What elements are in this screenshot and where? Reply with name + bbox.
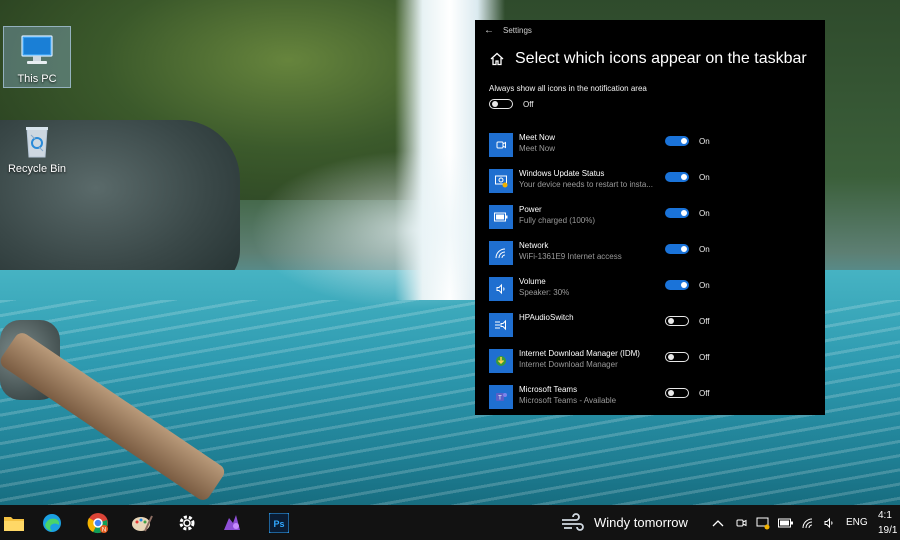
windows-update-toggle[interactable] xyxy=(665,172,689,182)
speaker-tray-icon[interactable] xyxy=(823,505,837,540)
idm-toggle[interactable] xyxy=(665,352,689,362)
show-hidden-icons-chevron[interactable] xyxy=(712,505,724,540)
power-toggle[interactable] xyxy=(665,208,689,218)
battery-icon xyxy=(489,205,513,229)
notification-item-idm: Internet Download Manager (IDM) Internet… xyxy=(489,347,819,377)
item-name: Microsoft Teams xyxy=(519,385,578,394)
toggle-state-label: On xyxy=(699,208,710,218)
file-explorer-icon[interactable] xyxy=(0,509,28,536)
item-subtitle: WiFi-1361E9 Internet access xyxy=(519,252,622,261)
toggle-state-label: On xyxy=(699,244,710,254)
recycle-bin-icon xyxy=(17,121,57,161)
taskbar: N Ps Windy tomorrow ENG 4:1 19/1 xyxy=(0,505,900,540)
toggle-state-label: Off xyxy=(523,99,534,109)
notification-item-power: Power Fully charged (100%) On xyxy=(489,203,819,233)
desktop-icon-recycle-bin[interactable]: Recycle Bin xyxy=(4,117,70,179)
settings-window: ← Settings Select which icons appear on … xyxy=(475,20,825,415)
svg-text:T: T xyxy=(498,396,502,402)
item-subtitle: Your device needs to restart to insta... xyxy=(519,180,654,189)
computer-icon xyxy=(17,31,57,71)
wifi-tray-icon[interactable] xyxy=(801,505,815,540)
wifi-icon xyxy=(489,241,513,265)
photoshop-icon[interactable]: Ps xyxy=(265,509,293,536)
meet-now-icon xyxy=(489,133,513,157)
chrome-icon[interactable]: N xyxy=(84,509,112,536)
language-indicator[interactable]: ENG xyxy=(846,505,868,540)
notification-item-meet-now: Meet Now Meet Now On xyxy=(489,131,819,161)
clock[interactable]: 4:1 19/1 xyxy=(878,508,897,538)
audio-switch-icon xyxy=(489,313,513,337)
item-name: Meet Now xyxy=(519,133,556,142)
meet-now-toggle[interactable] xyxy=(665,136,689,146)
toggle-state-label: Off xyxy=(699,316,710,326)
notification-item-hpaudioswitch: HPAudioSwitch Off xyxy=(489,311,819,341)
paint-icon[interactable] xyxy=(128,509,156,536)
battery-tray-icon[interactable] xyxy=(778,505,794,540)
desktop-icon-label: Recycle Bin xyxy=(7,163,67,175)
always-show-row: Off xyxy=(489,99,825,109)
chrome-badge: N xyxy=(102,527,106,533)
weather-text: Windy tomorrow xyxy=(594,515,688,530)
weather-widget[interactable]: Windy tomorrow xyxy=(560,505,688,540)
always-show-label: Always show all icons in the notificatio… xyxy=(489,84,647,93)
notification-item-network: Network WiFi-1361E9 Internet access On xyxy=(489,239,819,269)
photoshop-label: Ps xyxy=(273,519,284,529)
teams-toggle[interactable] xyxy=(665,388,689,398)
item-name: Network xyxy=(519,241,549,250)
notification-item-teams: T Microsoft Teams Microsoft Teams - Avai… xyxy=(489,383,819,413)
app-icon[interactable] xyxy=(218,509,246,536)
teams-icon: T xyxy=(489,385,513,409)
item-name: Internet Download Manager (IDM) xyxy=(519,349,640,358)
item-name: Volume xyxy=(519,277,546,286)
clock-time: 4:1 xyxy=(878,510,892,521)
toggle-state-label: On xyxy=(699,280,710,290)
item-subtitle: Fully charged (100%) xyxy=(519,216,596,225)
notification-item-volume: Volume Speaker: 30% On xyxy=(489,275,819,305)
item-subtitle: Internet Download Manager xyxy=(519,360,618,369)
toggle-state-label: On xyxy=(699,172,710,182)
item-subtitle: Microsoft Teams - Available xyxy=(519,396,617,405)
window-title: Settings xyxy=(503,25,532,35)
network-toggle[interactable] xyxy=(665,244,689,254)
speaker-icon xyxy=(489,277,513,301)
wind-icon xyxy=(562,512,584,531)
clock-date: 19/1 xyxy=(878,525,898,536)
back-arrow-icon[interactable]: ← xyxy=(475,25,503,36)
toggle-state-label: Off xyxy=(699,352,710,362)
item-name: Power xyxy=(519,205,542,214)
toggle-state-label: On xyxy=(699,136,710,146)
always-show-toggle[interactable] xyxy=(489,99,513,109)
idm-icon xyxy=(489,349,513,373)
item-name: Windows Update Status xyxy=(519,169,605,178)
notification-item-windows-update: Windows Update Status Your device needs … xyxy=(489,167,819,197)
meet-now-tray-icon[interactable] xyxy=(736,505,748,540)
toggle-state-label: Off xyxy=(699,388,710,398)
settings-gear-icon[interactable] xyxy=(173,509,201,536)
desktop-icon-label: This PC xyxy=(17,73,57,85)
windows-update-icon xyxy=(489,169,513,193)
edge-icon[interactable] xyxy=(38,509,66,536)
windows-update-tray-icon[interactable] xyxy=(756,505,770,540)
item-subtitle: Speaker: 30% xyxy=(519,288,570,297)
home-icon[interactable] xyxy=(489,51,505,67)
page-title: Select which icons appear on the taskbar xyxy=(515,50,807,67)
desktop-icon-this-pc[interactable]: This PC xyxy=(3,26,71,88)
settings-titlebar: ← Settings xyxy=(475,20,825,40)
page-heading: Select which icons appear on the taskbar xyxy=(489,50,825,68)
item-subtitle: Meet Now xyxy=(519,144,556,153)
item-name: HPAudioSwitch xyxy=(519,313,574,322)
hpaudioswitch-toggle[interactable] xyxy=(665,316,689,326)
volume-toggle[interactable] xyxy=(665,280,689,290)
